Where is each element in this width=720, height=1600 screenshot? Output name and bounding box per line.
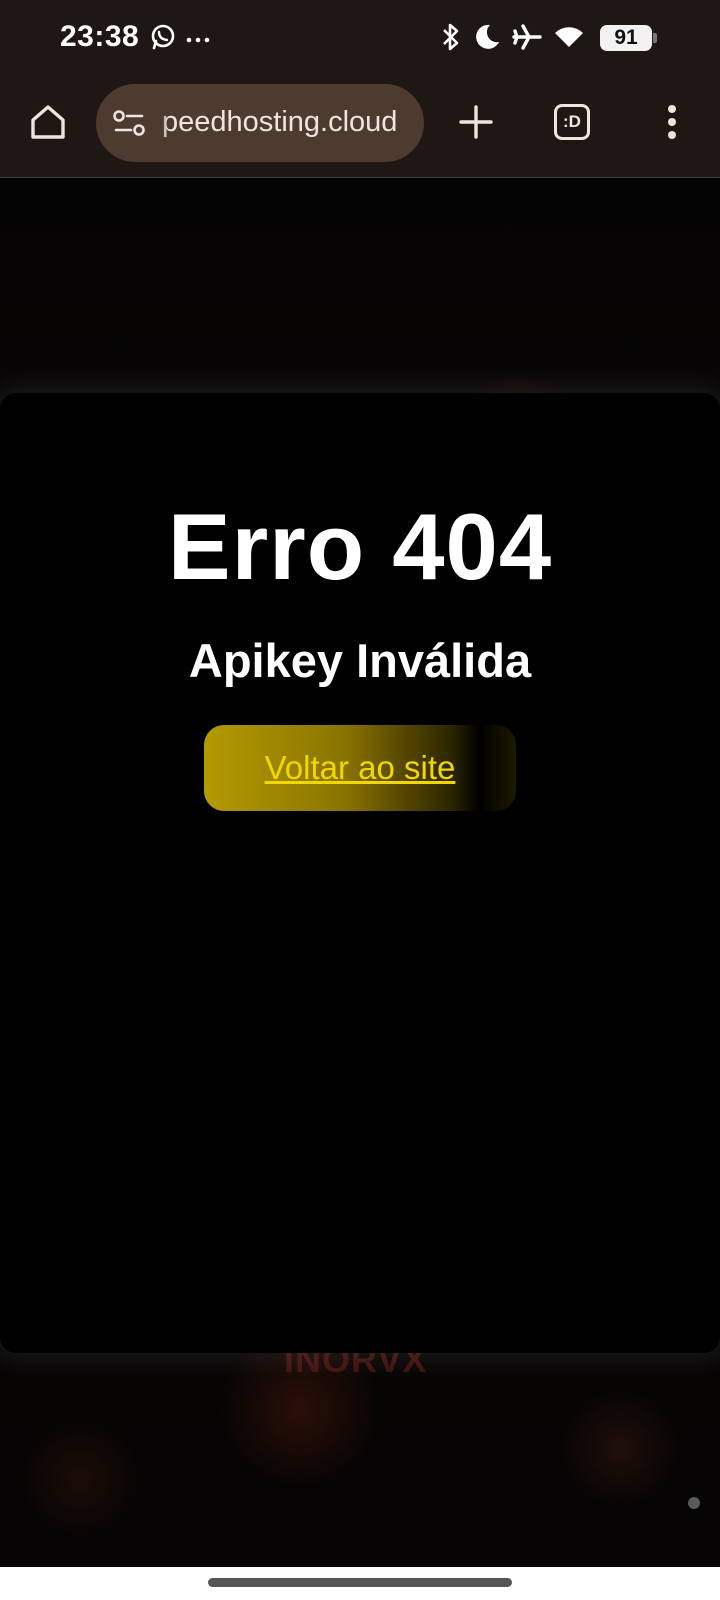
kebab-menu-icon bbox=[666, 104, 678, 145]
error-title: Erro 404 bbox=[167, 494, 553, 599]
back-to-site-label: Voltar ao site bbox=[264, 749, 456, 786]
url-text: peedhosting.cloud bbox=[162, 106, 398, 138]
battery-indicator: 91 bbox=[600, 25, 652, 51]
url-fade bbox=[154, 84, 168, 162]
tab-count-label: :D bbox=[563, 112, 581, 131]
status-bar: 23:38 91 bbox=[0, 0, 720, 80]
do-not-disturb-moon-icon bbox=[474, 23, 500, 56]
error-card: Erro 404 Apikey Inválida Voltar ao site bbox=[0, 393, 720, 1353]
home-button[interactable] bbox=[24, 100, 72, 148]
back-to-site-button[interactable]: Voltar ao site bbox=[204, 725, 516, 811]
site-info-icon[interactable] bbox=[112, 108, 146, 138]
status-left-icons bbox=[150, 24, 210, 55]
browser-toolbar: peedhosting.cloud :D bbox=[0, 80, 720, 178]
plus-icon bbox=[458, 104, 494, 145]
status-time: 23:38 bbox=[60, 20, 140, 53]
gesture-handle[interactable] bbox=[208, 1578, 512, 1587]
error-subtitle: Apikey Inválida bbox=[188, 634, 532, 687]
more-dots-icon bbox=[186, 31, 210, 49]
browser-menu-button[interactable] bbox=[648, 100, 696, 148]
bluetooth-icon bbox=[440, 22, 462, 57]
battery-level: 91 bbox=[614, 26, 638, 49]
wifi-icon bbox=[554, 25, 584, 54]
battery-tip bbox=[653, 33, 657, 43]
address-bar[interactable]: peedhosting.cloud bbox=[96, 84, 424, 162]
airplane-mode-icon bbox=[512, 23, 542, 56]
whatsapp-icon bbox=[150, 24, 176, 55]
new-tab-button[interactable] bbox=[452, 100, 500, 148]
tabs-icon: :D bbox=[554, 104, 590, 140]
navigation-bar bbox=[0, 1567, 720, 1600]
tab-switcher-button[interactable]: :D bbox=[552, 102, 592, 142]
scroll-indicator bbox=[688, 1497, 700, 1509]
home-icon bbox=[28, 102, 68, 147]
status-right-icons bbox=[440, 22, 584, 57]
